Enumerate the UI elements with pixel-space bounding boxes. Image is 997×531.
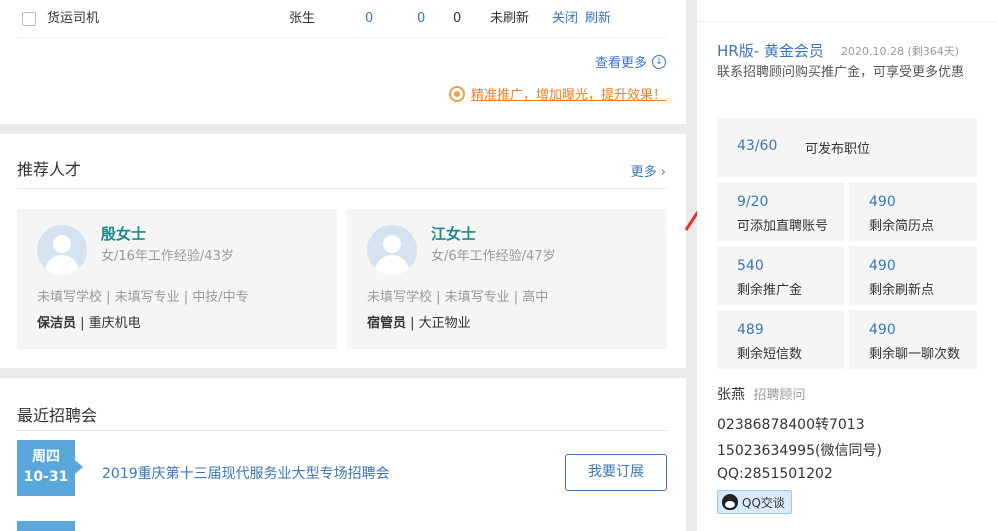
consultant-name: 张燕	[717, 387, 745, 403]
view-more-link[interactable]: 查看更多 ↓	[595, 52, 666, 71]
divider	[697, 21, 997, 22]
job-row: 货运司机 张生 0 0 0 未刷新 关闭 刷新	[17, 0, 667, 38]
stat-label: 剩余简历点	[869, 219, 935, 234]
talent-education: 未填写学校 | 未填写专业 | 中技/中专	[37, 290, 249, 305]
arrow-down-circle-icon: ↓	[652, 54, 666, 69]
stat-label: 剩余刷新点	[869, 283, 935, 298]
job-contact: 张生	[289, 11, 316, 26]
stat-label: 可发布职位	[805, 142, 871, 157]
talent-company: | 重庆机电	[80, 316, 141, 331]
stat-label: 剩余聊一聊次数	[869, 347, 961, 362]
stat-label: 剩余推广金	[737, 283, 803, 298]
stat-value: 490	[869, 322, 896, 338]
avatar	[37, 225, 87, 275]
divider	[17, 430, 667, 431]
stat-value: 489	[737, 322, 764, 338]
stat-value: 9/20	[737, 194, 769, 210]
stat-box: 490 剩余聊一聊次数	[849, 310, 977, 369]
consultant-mobile: 15023634995(微信同号)	[717, 443, 882, 459]
fair-title-link[interactable]: 2019重庆第十三届现代服务业大型专场招聘会	[102, 463, 390, 483]
talent-job: 宿管员 | 大正物业	[367, 312, 471, 331]
stat-positions: 43/60 可发布职位	[717, 118, 977, 177]
avatar	[367, 225, 417, 275]
main-column: 货运司机 张生 0 0 0 未刷新 关闭 刷新 查看更多 ↓ 精准推广，增加曝光…	[0, 0, 686, 531]
stat-label: 可添加直聘账号	[737, 219, 829, 234]
fair-date-badge	[17, 521, 75, 531]
consultant-name-row: 张燕 招聘顾问	[717, 384, 805, 404]
talent-job-title: 宿管员	[367, 316, 407, 331]
view-more-label: 查看更多	[594, 56, 647, 71]
stat-value: 43/60	[737, 138, 778, 154]
stat-value: 540	[737, 258, 764, 274]
fair-weekday: 周四	[32, 449, 60, 465]
stat-box: 490 剩余简历点	[849, 182, 977, 241]
qq-penguin-icon	[722, 494, 738, 510]
talent-education: 未填写学校 | 未填写专业 | 高中	[367, 290, 549, 305]
talent-info: 女/6年工作经验/47岁	[431, 249, 556, 264]
close-job-link[interactable]: 关闭	[552, 10, 578, 28]
job-fair-panel: 最近招聘会 周四 10-31 2019重庆第十三届现代服务业大型专场招聘会 我要…	[0, 378, 686, 531]
talent-job-title: 保洁员	[37, 316, 77, 331]
account-sidebar: HR版- 黄金会员 2020.10.28 (剩364天) 联系招聘顾问购买推广金…	[697, 0, 997, 531]
talent-title: 推荐人才	[17, 160, 82, 179]
fair-section-title: 最近招聘会	[17, 406, 98, 425]
job-count-3: 0	[453, 11, 462, 26]
plan-expiry: 2020.10.28 (剩364天)	[841, 45, 960, 58]
job-checkbox[interactable]	[22, 12, 36, 26]
talent-more-link[interactable]: 更多 ›	[631, 161, 666, 180]
qq-chat-label: QQ交谈	[742, 495, 785, 510]
stat-box: 490 剩余刷新点	[849, 246, 977, 305]
talent-more-label: 更多	[630, 165, 657, 180]
stat-label: 剩余短信数	[737, 347, 803, 362]
plan-description: 联系招聘顾问购买推广金，可享受更多优惠	[717, 65, 965, 80]
talent-panel: 推荐人才 更多 › 殷女士 女/16年工作经验/43岁 未填写学校 | 未填写专…	[0, 134, 686, 368]
refresh-job-link[interactable]: 刷新	[585, 10, 611, 28]
book-booth-button[interactable]: 我要订展	[565, 454, 667, 491]
talent-card[interactable]: 江女士 女/6年工作经验/47岁 未填写学校 | 未填写专业 | 高中 宿管员 …	[347, 209, 667, 349]
divider	[17, 188, 667, 189]
talent-company: | 大正物业	[410, 316, 471, 331]
stat-box: 9/20 可添加直聘账号	[717, 182, 844, 241]
consultant-qq: QQ:2851501202	[717, 466, 833, 482]
stat-value: 490	[869, 258, 896, 274]
talent-card[interactable]: 殷女士 女/16年工作经验/43岁 未填写学校 | 未填写专业 | 中技/中专 …	[17, 209, 337, 349]
job-list-panel: 货运司机 张生 0 0 0 未刷新 关闭 刷新 查看更多 ↓ 精准推广，增加曝光…	[0, 0, 686, 124]
target-icon	[448, 85, 465, 102]
job-count-1[interactable]: 0	[365, 10, 373, 28]
talent-name[interactable]: 殷女士	[101, 223, 146, 244]
job-count-2[interactable]: 0	[417, 10, 425, 28]
stat-value: 490	[869, 194, 896, 210]
stat-box: 489 剩余短信数	[717, 310, 844, 369]
fair-date: 10-31	[23, 469, 69, 485]
talent-job: 保洁员 | 重庆机电	[37, 312, 141, 331]
consultant-role: 招聘顾问	[753, 388, 806, 403]
talent-name[interactable]: 江女士	[431, 223, 476, 244]
chevron-right-icon: ›	[660, 165, 666, 180]
promo-link[interactable]: 精准推广，增加曝光，提升效果！	[448, 84, 666, 103]
fair-date-badge: 周四 10-31	[17, 440, 83, 496]
promo-text: 精准推广，增加曝光，提升效果！	[470, 88, 666, 103]
talent-info: 女/16年工作经验/43岁	[101, 249, 234, 264]
stat-box: 540 剩余推广金	[717, 246, 844, 305]
job-refresh-status: 未刷新	[490, 11, 530, 26]
consultant-phone: 02386878400转7013	[717, 417, 865, 433]
job-title[interactable]: 货运司机	[47, 10, 99, 28]
qq-chat-button[interactable]: QQ交谈	[717, 490, 792, 514]
membership-plan[interactable]: HR版- 黄金会员	[717, 40, 824, 61]
